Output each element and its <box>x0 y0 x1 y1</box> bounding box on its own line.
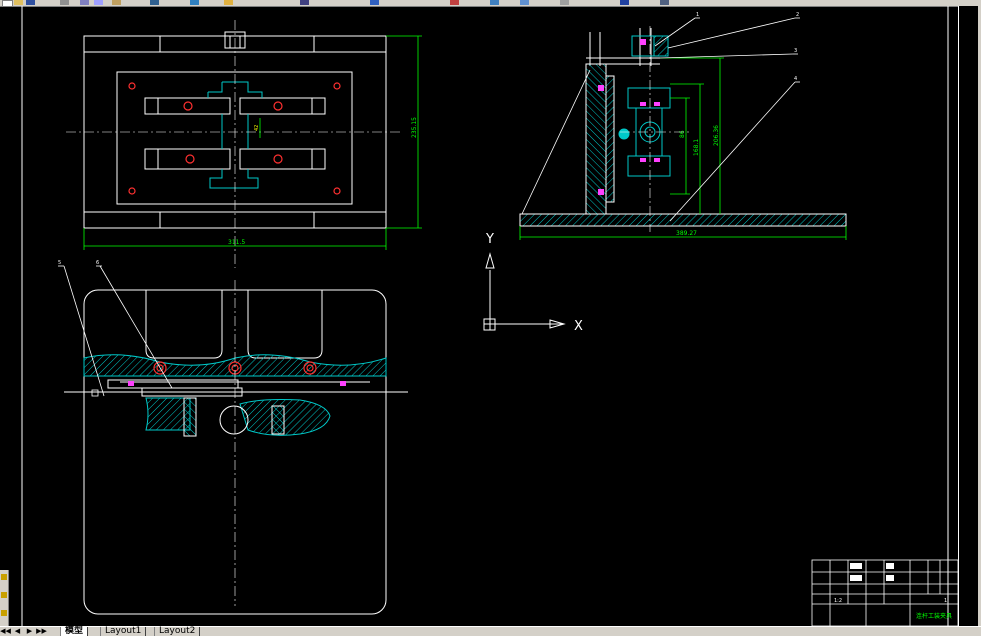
side-base-dim: 389.27 <box>676 230 697 237</box>
leader-4: 4 <box>794 76 797 82</box>
paste-icon[interactable] <box>112 0 121 5</box>
side-upright-liner <box>605 75 615 203</box>
title-block-scale: 1:2 <box>834 598 842 604</box>
zoom-icon[interactable] <box>300 0 309 5</box>
snap-icon[interactable] <box>490 0 499 5</box>
top-view-centerlines <box>66 20 400 268</box>
top-view-dimensions <box>83 35 422 250</box>
cut-icon[interactable] <box>80 0 89 5</box>
open-icon[interactable] <box>14 0 23 5</box>
leader-2: 2 <box>796 12 799 18</box>
vertical-scrollbar[interactable] <box>958 6 980 626</box>
leader-1: 1 <box>696 12 699 18</box>
save-icon[interactable] <box>26 0 35 5</box>
ucs-icon <box>483 252 566 331</box>
side-height-dim-2: 168.1 <box>693 139 700 156</box>
drawing-frame <box>21 6 949 626</box>
tool-palette <box>0 570 9 626</box>
top-height-dim: 235.15 <box>411 117 418 138</box>
side-view <box>586 28 660 66</box>
side-base-plate <box>519 213 847 227</box>
print-icon[interactable] <box>60 0 69 5</box>
front-leader-6: 6 <box>96 260 99 266</box>
design-center-icon[interactable] <box>1 610 7 616</box>
top-width-dim: 311.5 <box>228 239 245 246</box>
properties-icon[interactable] <box>1 592 7 598</box>
side-centerlines <box>620 26 690 232</box>
grid-icon[interactable] <box>520 0 529 5</box>
ucs-y-label: Y <box>485 232 494 247</box>
side-height-dim-3: 86 <box>679 130 686 138</box>
ortho-icon[interactable] <box>560 0 569 5</box>
top-view-bolts <box>128 82 341 195</box>
help-icon[interactable] <box>620 0 629 5</box>
render-icon[interactable] <box>660 0 669 5</box>
properties-icon[interactable] <box>370 0 379 5</box>
front-workpiece <box>145 397 331 436</box>
pan-icon[interactable] <box>224 0 233 5</box>
undo-icon[interactable] <box>150 0 159 5</box>
top-inner-dim: 42 <box>254 125 260 131</box>
side-height-dim-1: 206.36 <box>713 125 720 146</box>
side-view-dimensions <box>519 57 847 240</box>
layer-icon[interactable] <box>1 574 7 580</box>
title-block-title: 连杆工装夹具 <box>916 612 952 620</box>
title-block-sheet: 1 <box>944 598 947 604</box>
redo-icon[interactable] <box>190 0 199 5</box>
front-leader-5: 5 <box>58 260 61 266</box>
copy-icon[interactable] <box>94 0 103 5</box>
ucs-x-label: X <box>574 319 583 334</box>
leader-3: 3 <box>794 48 797 54</box>
drawing-canvas[interactable]: 311.5 235.15 42 389.27 206.36 168.1 86 1… <box>0 6 958 626</box>
layer-toolbar-icon[interactable] <box>450 0 459 5</box>
